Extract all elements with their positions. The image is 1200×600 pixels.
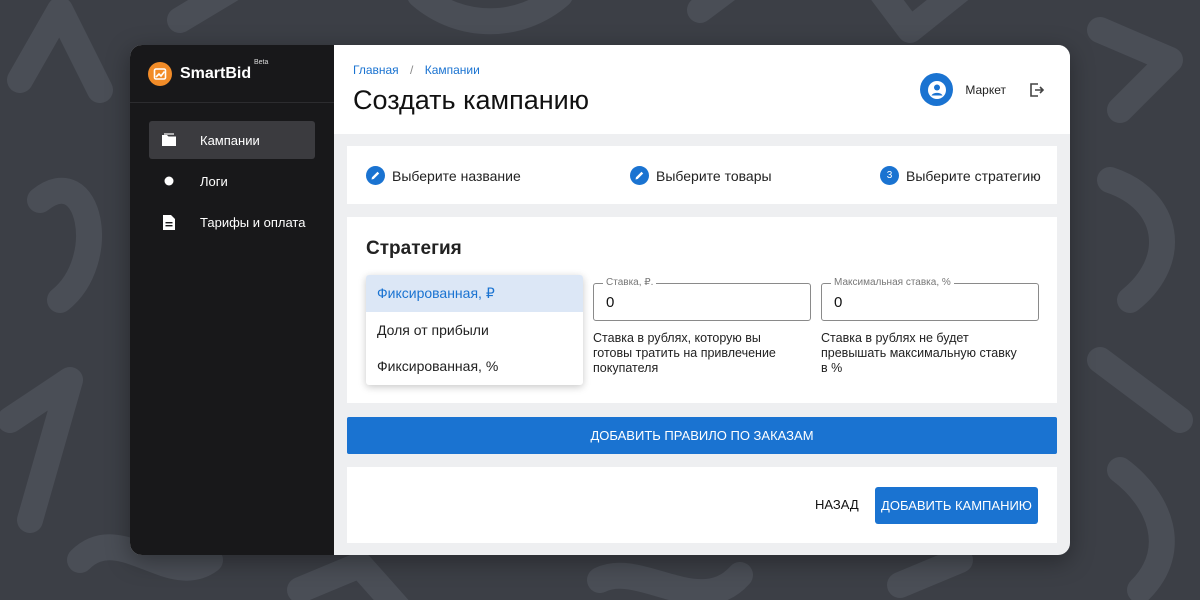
- app-window: SmartBid Beta Кампании Логи Тарифы и опл…: [130, 45, 1070, 555]
- step-label: Выберите товары: [656, 167, 772, 184]
- sidebar-item-label: Тарифы и оплата: [200, 214, 306, 230]
- stepper: Выберите название Выберите товары 3 Выбе…: [347, 146, 1057, 204]
- sidebar-item-billing[interactable]: Тарифы и оплата: [149, 203, 315, 241]
- user-area: Маркет: [920, 73, 1046, 106]
- pencil-icon: [366, 166, 385, 185]
- sidebar-item-logs[interactable]: Логи: [149, 162, 315, 200]
- trending-up-icon: [148, 61, 172, 86]
- breadcrumb-campaigns[interactable]: Кампании: [425, 63, 480, 77]
- header: Главная / Кампании Создать кампанию Марк…: [334, 45, 1070, 134]
- add-campaign-button[interactable]: ДОБАВИТЬ КАМПАНИЮ: [875, 487, 1038, 524]
- folder-icon: [161, 132, 177, 148]
- step-products[interactable]: Выберите товары: [630, 166, 772, 185]
- max-rate-field-label: Максимальная ставка, %: [831, 277, 954, 288]
- strategy-card: Стратегия Фиксированная, ₽ Доля от прибы…: [347, 217, 1057, 403]
- back-button[interactable]: НАЗАД: [815, 497, 859, 512]
- max-rate-field[interactable]: Максимальная ставка, %: [821, 277, 1039, 321]
- document-icon: [161, 214, 177, 230]
- step-name[interactable]: Выберите название: [366, 166, 521, 185]
- main-content: Главная / Кампании Создать кампанию Марк…: [334, 45, 1070, 555]
- step-number: 3: [880, 166, 899, 185]
- logout-icon[interactable]: [1028, 81, 1046, 99]
- sidebar-nav: Кампании Логи Тарифы и оплата: [130, 103, 334, 241]
- breadcrumb-home[interactable]: Главная: [353, 63, 399, 77]
- max-rate-hint: Ставка в рублях не будет превышать макси…: [821, 331, 1017, 375]
- step-label: Выберите стратегию: [906, 167, 1041, 184]
- add-order-rule-button[interactable]: ДОБАВИТЬ ПРАВИЛО ПО ЗАКАЗАМ: [347, 417, 1057, 454]
- rate-field[interactable]: Ставка, ₽.: [593, 277, 811, 321]
- section-title: Стратегия: [366, 238, 462, 259]
- dot-icon: [161, 173, 177, 189]
- max-rate-input[interactable]: [834, 294, 1024, 311]
- dropdown-option[interactable]: Доля от прибыли: [366, 312, 583, 349]
- sidebar: SmartBid Beta Кампании Логи Тарифы и опл…: [130, 45, 334, 555]
- user-name[interactable]: Маркет: [965, 83, 1006, 97]
- step-label: Выберите название: [392, 167, 521, 184]
- dropdown-option[interactable]: Фиксированная, %: [366, 348, 583, 385]
- breadcrumb: Главная / Кампании: [353, 63, 480, 77]
- form-footer: НАЗАД ДОБАВИТЬ КАМПАНИЮ: [347, 467, 1057, 543]
- rate-field-label: Ставка, ₽.: [603, 277, 657, 288]
- pencil-icon: [630, 166, 649, 185]
- strategy-dropdown-menu[interactable]: Фиксированная, ₽ Доля от прибыли Фиксиро…: [366, 275, 583, 385]
- sidebar-item-campaigns[interactable]: Кампании: [149, 121, 315, 159]
- rate-hint: Ставка в рублях, которую вы готовы трати…: [593, 331, 776, 375]
- page-title: Создать кампанию: [353, 85, 589, 115]
- step-strategy[interactable]: 3 Выберите стратегию: [880, 166, 1041, 185]
- breadcrumb-separator: /: [410, 63, 414, 77]
- beta-badge: Beta: [254, 59, 269, 66]
- brand[interactable]: SmartBid Beta: [130, 45, 334, 103]
- dropdown-option[interactable]: Фиксированная, ₽: [366, 275, 583, 312]
- sidebar-item-label: Логи: [200, 173, 228, 189]
- account-icon[interactable]: [920, 73, 954, 106]
- rate-input[interactable]: [606, 294, 796, 311]
- sidebar-item-label: Кампании: [200, 132, 260, 148]
- brand-name: SmartBid: [180, 64, 252, 82]
